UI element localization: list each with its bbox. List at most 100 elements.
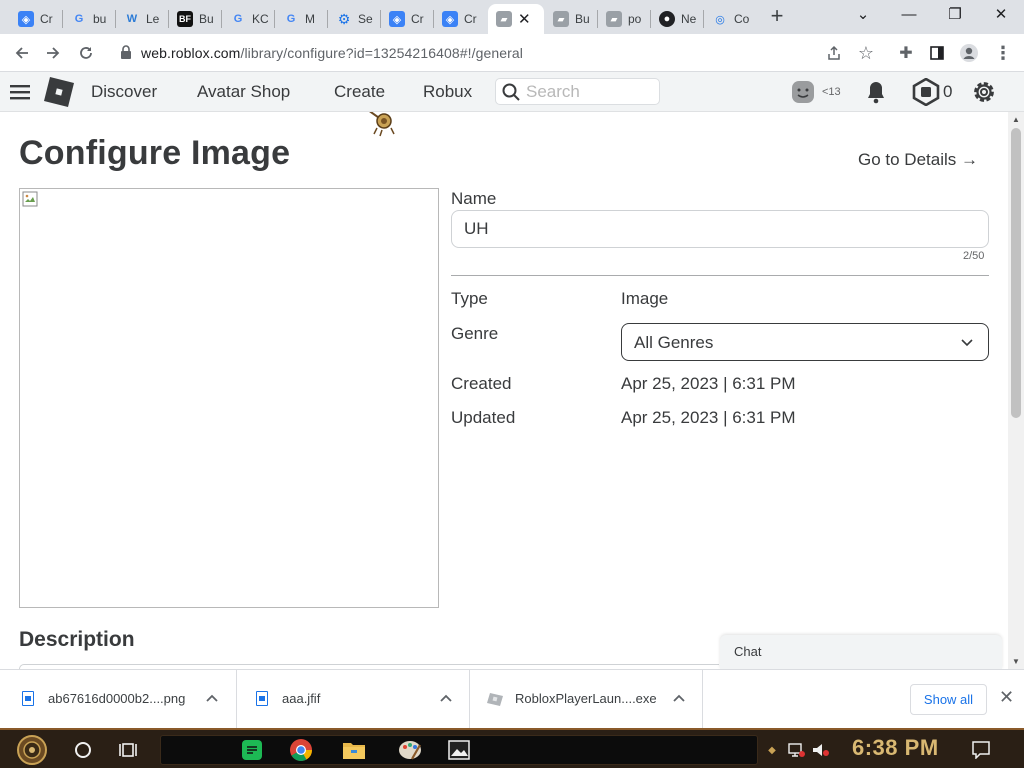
taskbar-app-chrome[interactable] bbox=[284, 734, 318, 766]
close-downloads-icon[interactable]: ✕ bbox=[999, 687, 1014, 708]
genre-selected-value: All Genres bbox=[634, 333, 714, 352]
download-item[interactable]: RobloxPlayerLaun....exe bbox=[470, 670, 703, 728]
browser-tab[interactable]: BF Bu bbox=[169, 4, 221, 34]
chat-bar[interactable]: Chat bbox=[720, 635, 1002, 669]
name-input[interactable] bbox=[451, 210, 989, 248]
profile-button[interactable] bbox=[956, 40, 982, 66]
action-center-button[interactable] bbox=[968, 734, 994, 766]
show-all-downloads-button[interactable]: Show all bbox=[910, 684, 987, 715]
browser-tab-active[interactable]: ▰ ✕ bbox=[488, 4, 544, 34]
star-icon: ☆ bbox=[857, 42, 875, 63]
start-button[interactable] bbox=[6, 734, 58, 766]
download-item[interactable]: ab67616d0000b2....png bbox=[0, 670, 237, 728]
browser-tab[interactable]: ▰ Bu bbox=[545, 4, 597, 34]
nav-avatar-shop[interactable]: Avatar Shop bbox=[197, 82, 290, 102]
hamburger-menu-button[interactable] bbox=[10, 83, 30, 106]
extensions-button[interactable]: ✚ bbox=[893, 40, 919, 66]
share-icon bbox=[828, 45, 840, 60]
browser-tab[interactable]: G M bbox=[275, 4, 327, 34]
scroll-down-icon[interactable]: ▼ bbox=[1012, 657, 1020, 666]
created-label: Created bbox=[451, 374, 512, 393]
back-button[interactable] bbox=[9, 40, 35, 66]
download-filename: aaa.jfif bbox=[282, 691, 321, 706]
nav-robux[interactable]: Robux bbox=[423, 82, 472, 102]
browser-tab[interactable]: ▰ po bbox=[598, 4, 650, 34]
browser-tab[interactable]: ● Ne bbox=[651, 4, 703, 34]
settings-button[interactable] bbox=[971, 79, 997, 110]
browser-tab[interactable]: ⚙ Se bbox=[328, 4, 380, 34]
hamburger-icon bbox=[10, 85, 30, 100]
notifications-button[interactable] bbox=[864, 80, 888, 109]
cortana-search-button[interactable] bbox=[68, 734, 98, 766]
roblox-studio-icon: ◈ bbox=[389, 11, 405, 27]
side-panel-button[interactable] bbox=[924, 40, 950, 66]
image-preview bbox=[19, 188, 439, 608]
address-bar[interactable]: web.roblox.com/library/configure?id=1325… bbox=[110, 38, 889, 68]
chevron-up-icon[interactable] bbox=[205, 692, 219, 704]
tab-title: Se bbox=[358, 12, 373, 26]
taskbar-app-spotify[interactable] bbox=[236, 734, 268, 766]
download-item[interactable]: aaa.jfif bbox=[237, 670, 470, 728]
arrow-left-icon bbox=[15, 47, 28, 59]
roblox-logo[interactable] bbox=[43, 76, 75, 113]
url-host: web.roblox.com bbox=[141, 45, 241, 61]
genre-select[interactable]: All Genres bbox=[621, 323, 989, 361]
browser-tab[interactable]: ◈ Cr bbox=[434, 4, 486, 34]
updated-value: Apr 25, 2023 | 6:31 PM bbox=[621, 408, 796, 427]
chevron-up-icon[interactable] bbox=[672, 692, 686, 704]
restore-button[interactable]: ❐ bbox=[932, 4, 978, 28]
type-value: Image bbox=[621, 289, 669, 308]
tray-overflow-icon[interactable]: ◆ bbox=[764, 734, 780, 766]
tab-search-icon[interactable]: ⌄ bbox=[840, 4, 886, 28]
task-view-button[interactable] bbox=[114, 734, 144, 766]
scroll-thumb[interactable] bbox=[1011, 128, 1021, 418]
avatar-thumbnail[interactable] bbox=[790, 79, 816, 110]
close-window-button[interactable]: ✕ bbox=[978, 4, 1024, 28]
tab-title: Le bbox=[146, 12, 160, 26]
page-scrollbar[interactable]: ▲ ▼ bbox=[1008, 112, 1024, 669]
browser-tab[interactable]: ◎ Co bbox=[704, 4, 756, 34]
chevron-up-icon[interactable] bbox=[439, 692, 453, 704]
chat-label: Chat bbox=[734, 644, 762, 659]
forward-button[interactable] bbox=[40, 40, 66, 66]
browser-tab[interactable]: G bu bbox=[63, 4, 115, 34]
share-button[interactable] bbox=[821, 40, 847, 66]
go-to-details-link[interactable]: Go to Details → bbox=[858, 150, 978, 170]
network-icon[interactable] bbox=[786, 734, 808, 766]
bookmark-button[interactable]: ☆ bbox=[853, 40, 879, 66]
puzzle-icon: ✚ bbox=[899, 45, 913, 62]
nav-create[interactable]: Create bbox=[334, 82, 385, 102]
google-icon: G bbox=[286, 13, 296, 25]
search-input[interactable] bbox=[526, 81, 654, 102]
roblox-logo-icon bbox=[44, 77, 74, 107]
reload-button[interactable] bbox=[73, 40, 99, 66]
age-bracket-label: <13 bbox=[822, 86, 841, 98]
nav-discover[interactable]: Discover bbox=[91, 82, 157, 102]
url-text: web.roblox.com/library/configure?id=1325… bbox=[141, 45, 523, 61]
side-panel-icon bbox=[930, 46, 944, 60]
taskbar-app-explorer[interactable] bbox=[338, 734, 370, 766]
tab-title: Co bbox=[734, 12, 750, 26]
new-tab-button[interactable]: + bbox=[764, 4, 790, 30]
w-logo-icon: W bbox=[126, 13, 138, 25]
taskbar-clock[interactable]: 6:38 PM bbox=[852, 735, 939, 761]
browser-tab[interactable]: ◈ Cr bbox=[381, 4, 433, 34]
google-icon: G bbox=[74, 13, 84, 25]
browser-tab[interactable]: G KC bbox=[222, 4, 274, 34]
scroll-up-icon[interactable]: ▲ bbox=[1012, 115, 1020, 124]
search-icon bbox=[502, 83, 520, 101]
windows-taskbar: ◆ 6:38 PM bbox=[0, 728, 1024, 768]
minimize-button[interactable]: — bbox=[886, 4, 932, 28]
browser-tab[interactable]: W Le bbox=[116, 4, 168, 34]
chrome-menu-button[interactable]: ⋮ bbox=[990, 40, 1016, 66]
volume-icon[interactable] bbox=[810, 734, 832, 766]
close-tab-icon[interactable]: ✕ bbox=[518, 10, 531, 28]
browser-tab[interactable]: ◈ Cr bbox=[10, 4, 62, 34]
robux-button[interactable] bbox=[912, 77, 940, 111]
tab-title: Ne bbox=[681, 12, 697, 26]
search-globe-icon: ◎ bbox=[715, 13, 725, 26]
taskbar-app-photos[interactable] bbox=[444, 734, 474, 766]
volume-muted-icon bbox=[813, 744, 829, 756]
type-label: Type bbox=[451, 289, 488, 308]
taskbar-app-paint[interactable] bbox=[394, 734, 426, 766]
